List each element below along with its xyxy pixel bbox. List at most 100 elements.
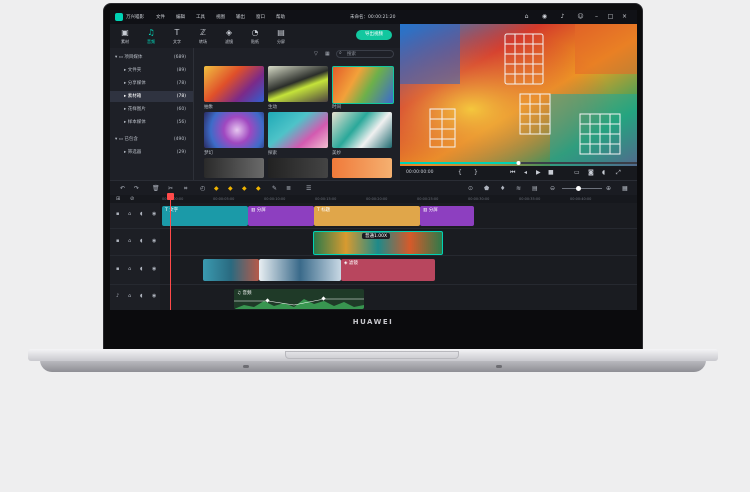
keyframe-icon[interactable]: ◆ (256, 185, 261, 192)
tree-item-included[interactable]: ▾ ▭ 已包含 (490) (110, 134, 193, 145)
thumbnail-time[interactable] (332, 66, 394, 104)
marker-icon[interactable]: ⬟ (484, 185, 489, 192)
color-icon[interactable]: ✎ (272, 185, 277, 192)
account-icon[interactable]: ◉ (541, 13, 548, 20)
thumbnail-wonderful[interactable] (332, 112, 392, 148)
step-back-icon[interactable]: ◂ (524, 169, 527, 176)
mark-out-icon[interactable]: } (474, 169, 478, 176)
tree-item-project-media[interactable]: ▾ ▭ 项目媒体 (689) (110, 52, 193, 63)
filter-clip[interactable]: ◈ 滤镜 (341, 259, 435, 281)
timeline-ruler[interactable]: ⊞ ⊘ 00:00:00:00 00:00:05:00 00:00:10:00 … (110, 195, 637, 203)
eye-icon[interactable]: ◉ (152, 238, 156, 244)
eye-icon[interactable]: ◉ (152, 211, 156, 217)
fit-icon[interactable]: ▦ (622, 185, 628, 192)
mute-icon[interactable]: ◖ (140, 266, 143, 272)
preview-canvas[interactable] (400, 24, 637, 166)
snap-icon[interactable]: ▤ (532, 185, 538, 192)
maximize-icon[interactable]: □ (607, 13, 614, 20)
audio-mixer-icon[interactable]: ≣ (286, 185, 291, 192)
display-icon[interactable]: ▭ (574, 169, 580, 176)
link-icon[interactable]: ⊘ (130, 196, 134, 202)
keyframe-icon[interactable]: ◆ (242, 185, 247, 192)
mute-icon[interactable]: ◖ (140, 211, 143, 217)
tree-item-shared-media[interactable]: ▸ 分享媒体 (78) (110, 78, 193, 89)
menu-edit[interactable]: 编辑 (176, 14, 185, 20)
menu-help[interactable]: 帮助 (276, 14, 285, 20)
splitscreen-clip[interactable]: ▥ 分屏 (420, 206, 474, 226)
keyframe-icon[interactable]: ◆ (214, 185, 219, 192)
thumbnail-vivid[interactable] (268, 66, 328, 102)
grid-view-icon[interactable]: ▦ (325, 51, 330, 57)
close-icon[interactable]: × (621, 13, 628, 20)
thumbnail-item[interactable] (268, 158, 328, 178)
splitscreen-clip[interactable]: ▥ 分屏 (248, 206, 314, 226)
video-clip[interactable] (203, 259, 259, 281)
add-track-icon[interactable]: ⊞ (116, 196, 120, 202)
thumbnail-item[interactable] (332, 158, 392, 178)
text-clip[interactable]: T 文字 (162, 206, 248, 226)
tab-filter[interactable]: ◈ 滤镜 (218, 26, 240, 46)
thumbnail-explore[interactable] (268, 112, 328, 148)
menu-file[interactable]: 文件 (156, 14, 165, 20)
play-icon[interactable]: ▶ (536, 169, 541, 176)
eye-icon[interactable]: ◉ (152, 266, 156, 272)
title-clip[interactable]: T 标题 (314, 206, 420, 226)
thumbnail-abstract[interactable] (204, 66, 264, 102)
filter-icon[interactable]: ▽ (314, 51, 318, 57)
notification-icon[interactable]: ♪ (559, 13, 566, 20)
keyframe-icon[interactable]: ◆ (228, 185, 233, 192)
playhead-handle[interactable] (167, 193, 174, 200)
minimize-icon[interactable]: – (593, 13, 600, 20)
menu-window[interactable]: 窗口 (256, 14, 265, 20)
preview-progress-knob[interactable] (516, 161, 521, 165)
mute-icon[interactable]: ◖ (140, 238, 143, 244)
render-icon[interactable]: ⊙ (468, 185, 473, 192)
tab-splitscreen[interactable]: ▤ 分屏 (270, 26, 292, 46)
tab-sticker[interactable]: ◔ 贴纸 (244, 26, 266, 46)
microphone-icon[interactable]: ♦ (500, 185, 505, 192)
previous-frame-icon[interactable]: ⏮ (510, 169, 515, 177)
lock-icon[interactable]: ⌂ (128, 293, 131, 299)
export-button[interactable]: 导出视频 (356, 30, 392, 40)
cut-icon[interactable]: ✂ (168, 185, 173, 192)
menu-view[interactable]: 视图 (216, 14, 225, 20)
snapshot-icon[interactable]: ◙ (588, 169, 594, 176)
tab-text[interactable]: T 文字 (166, 26, 188, 46)
tab-audio[interactable]: ♫ 音频 (140, 26, 162, 46)
mute-icon[interactable]: ◖ (140, 293, 143, 299)
playhead[interactable] (170, 195, 171, 310)
volume-icon[interactable]: ◖ (602, 169, 605, 176)
zoom-in-icon[interactable]: ⊕ (606, 185, 611, 192)
tree-item-filter[interactable]: ▸ 筛选器 (29) (110, 147, 193, 158)
menu-tools[interactable]: 工具 (196, 14, 205, 20)
audio-clip[interactable]: ♫ 音频 (234, 289, 364, 309)
speed-icon[interactable]: ◴ (200, 185, 205, 192)
cart-icon[interactable]: ⌂ (523, 13, 530, 20)
eye-icon[interactable]: ◉ (152, 293, 156, 299)
adjust-icon[interactable]: ☰ (306, 185, 311, 192)
undo-icon[interactable]: ↶ (120, 185, 125, 192)
tree-item-folder[interactable]: ▸ 文件夹 (89) (110, 65, 193, 76)
thumbnail-dreamy[interactable] (204, 112, 264, 148)
lock-icon[interactable]: ⌂ (128, 211, 131, 217)
redo-icon[interactable]: ↷ (134, 185, 139, 192)
search-input[interactable]: 搜索 (336, 50, 394, 58)
zoom-slider-knob[interactable] (576, 186, 581, 191)
lock-icon[interactable]: ⌂ (128, 238, 131, 244)
video-clip[interactable] (259, 259, 341, 281)
crop-icon[interactable]: ⌗ (184, 185, 187, 193)
tree-item-pattern-images[interactable]: ▸ 花样图片 (60) (110, 104, 193, 115)
menu-export[interactable]: 输出 (236, 14, 245, 20)
tab-media[interactable]: ▣ 素材 (114, 26, 136, 46)
mark-in-icon[interactable]: { (458, 169, 462, 176)
zoom-slider[interactable] (562, 188, 602, 189)
stop-icon[interactable]: ■ (548, 169, 554, 176)
tree-item-sample-media[interactable]: ▸ 样本媒体 (56) (110, 117, 193, 128)
fullscreen-icon[interactable]: ⤢ (616, 169, 621, 177)
lock-icon[interactable]: ⌂ (128, 266, 131, 272)
thumbnail-item[interactable] (204, 158, 264, 178)
voiceover-icon[interactable]: ≋ (516, 185, 521, 192)
delete-icon[interactable]: 🗑 (152, 185, 160, 192)
tree-item-asset-bin[interactable]: ▸ 素材箱 (78) (110, 91, 193, 102)
feedback-icon[interactable]: ☺ (577, 13, 584, 20)
